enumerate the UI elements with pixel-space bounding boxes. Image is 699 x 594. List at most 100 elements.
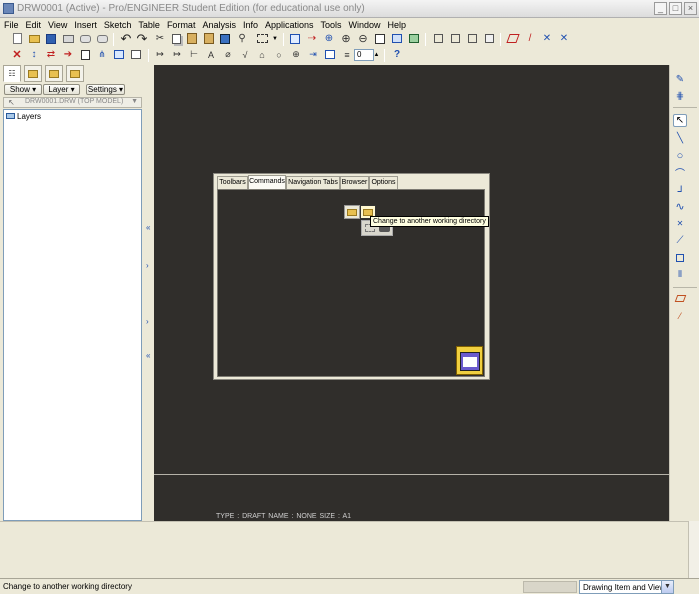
wireframe-icon[interactable] bbox=[431, 32, 445, 45]
construction-plane-icon[interactable] bbox=[673, 292, 687, 305]
menu-table[interactable]: Table bbox=[138, 20, 160, 30]
move-icon[interactable]: ↕ bbox=[27, 48, 41, 61]
zoom-in-icon[interactable]: ⊕ bbox=[339, 32, 353, 45]
add-view-icon[interactable] bbox=[129, 48, 143, 61]
tree-item-layers[interactable]: Layers bbox=[17, 112, 41, 121]
delete-icon[interactable]: ✕ bbox=[10, 48, 24, 61]
chamfer-icon[interactable]: ⟋ bbox=[673, 234, 687, 247]
tab-browser[interactable]: Browser bbox=[340, 176, 369, 189]
menu-tools[interactable]: Tools bbox=[321, 20, 342, 30]
menu-applications[interactable]: Applications bbox=[265, 20, 314, 30]
menu-help[interactable]: Help bbox=[388, 20, 407, 30]
repaint-icon[interactable] bbox=[288, 32, 302, 45]
maximize-button[interactable]: □ bbox=[669, 2, 682, 15]
construction-line-icon[interactable]: ⁄ bbox=[673, 309, 687, 322]
tab-navigation-tabs[interactable]: Navigation Tabs bbox=[286, 176, 340, 189]
coord-sys-icon[interactable]: ✕ bbox=[557, 32, 571, 45]
minimize-button[interactable]: _ bbox=[654, 2, 667, 15]
ordinate-icon[interactable]: ⊢ bbox=[187, 48, 201, 61]
select-arrow-icon[interactable]: ↖ bbox=[673, 114, 687, 127]
expand-arrow-icon[interactable]: › bbox=[146, 317, 149, 326]
lock-view-icon[interactable] bbox=[78, 48, 92, 61]
find-icon[interactable]: ⚲ bbox=[235, 32, 249, 45]
line-icon[interactable]: ╲ bbox=[673, 132, 687, 145]
note-icon[interactable]: A bbox=[204, 48, 218, 61]
layer-tree[interactable]: Layers bbox=[3, 109, 142, 521]
message-scrollbar[interactable] bbox=[688, 521, 699, 578]
tab-toolbars[interactable]: Toolbars bbox=[217, 176, 248, 189]
menu-sketch[interactable]: Sketch bbox=[104, 20, 132, 30]
spline-icon[interactable]: ∿ bbox=[673, 200, 687, 213]
cut-icon[interactable]: ✂ bbox=[153, 32, 167, 45]
menu-analysis[interactable]: Analysis bbox=[202, 20, 236, 30]
snap-icon[interactable]: ⇄ bbox=[44, 48, 58, 61]
refit-icon[interactable] bbox=[373, 32, 387, 45]
circle-icon[interactable]: ○ bbox=[673, 149, 687, 162]
collapse-arrow-icon[interactable]: « bbox=[146, 223, 150, 232]
align-icon[interactable]: ⇥ bbox=[306, 48, 320, 61]
open-folder-icon[interactable] bbox=[344, 205, 360, 219]
arc-icon[interactable]: ⌒ bbox=[673, 166, 687, 180]
format-icon[interactable]: ≡ bbox=[340, 48, 354, 61]
chevron-down-icon[interactable]: ▼ bbox=[661, 581, 673, 593]
show-dropdown[interactable]: Show ▾ bbox=[4, 84, 42, 95]
undo-icon[interactable]: ↶ bbox=[119, 32, 133, 45]
surface-finish-icon[interactable]: √ bbox=[238, 48, 252, 61]
saved-views-icon[interactable] bbox=[390, 32, 404, 45]
selection-filter[interactable]: Drawing Item and View ▼ bbox=[579, 580, 674, 594]
orient-icon[interactable]: ⇢ bbox=[305, 32, 319, 45]
menu-window[interactable]: Window bbox=[349, 20, 381, 30]
show-axes-icon[interactable]: ⋔ bbox=[95, 48, 109, 61]
offset-icon[interactable] bbox=[673, 251, 687, 264]
folder-browser-tab[interactable] bbox=[24, 65, 42, 82]
datum-planes-icon[interactable] bbox=[506, 32, 520, 45]
regenerate-icon[interactable] bbox=[218, 32, 232, 45]
menu-view[interactable]: View bbox=[48, 20, 67, 30]
save-icon[interactable] bbox=[44, 32, 58, 45]
print-icon[interactable] bbox=[61, 32, 75, 45]
layer-dropdown[interactable]: Layer ▾ bbox=[43, 84, 80, 95]
gtol-icon[interactable]: ⌀ bbox=[221, 48, 235, 61]
zoom-value-field[interactable]: 0 bbox=[354, 49, 374, 61]
paste-special-icon[interactable] bbox=[202, 32, 216, 45]
favorites-tab[interactable] bbox=[45, 65, 63, 82]
datum-axes-icon[interactable]: / bbox=[523, 32, 537, 45]
panel-splitter[interactable]: « › › « bbox=[145, 65, 154, 521]
mirror-icon[interactable]: ⫴ bbox=[673, 268, 687, 281]
model-selector[interactable]: ↖ DRW0001.DRW (TOP MODEL) ▼ bbox=[3, 97, 142, 108]
model-tree-tab[interactable]: ☷ bbox=[3, 65, 21, 82]
layers-icon[interactable] bbox=[407, 32, 421, 45]
menu-info[interactable]: Info bbox=[243, 20, 258, 30]
settings-dropdown[interactable]: Settings ▾ bbox=[86, 84, 125, 95]
datum-target-icon[interactable]: ⊕ bbox=[289, 48, 303, 61]
whats-this-icon[interactable]: ? bbox=[390, 48, 404, 61]
menu-file[interactable]: File bbox=[4, 20, 19, 30]
hidden-line-icon[interactable] bbox=[448, 32, 462, 45]
arrow-red-icon[interactable]: ➔ bbox=[61, 48, 75, 61]
chevron-down-icon[interactable]: ▼ bbox=[271, 32, 279, 45]
menu-format[interactable]: Format bbox=[167, 20, 196, 30]
redo-icon[interactable]: ↷ bbox=[135, 32, 149, 45]
email-icon[interactable] bbox=[78, 32, 92, 45]
paste-icon[interactable] bbox=[185, 32, 199, 45]
tab-commands[interactable]: Commands bbox=[248, 175, 286, 190]
open-file-icon[interactable] bbox=[27, 32, 41, 45]
expand-arrow-icon[interactable]: › bbox=[146, 261, 149, 270]
spin-center-icon[interactable]: ⊕ bbox=[322, 32, 336, 45]
send-icon[interactable] bbox=[95, 32, 109, 45]
sketch-tools-icon[interactable]: ✎ bbox=[673, 73, 687, 86]
no-hidden-icon[interactable] bbox=[465, 32, 479, 45]
draft-grid-icon[interactable]: ⋕ bbox=[673, 90, 687, 103]
shading-icon[interactable] bbox=[482, 32, 496, 45]
balloon-icon[interactable]: ○ bbox=[272, 48, 286, 61]
copy-icon[interactable] bbox=[169, 32, 183, 45]
spinner-icon[interactable]: ▲ bbox=[372, 48, 381, 61]
ref-dimension-icon[interactable]: ↦ bbox=[170, 48, 184, 61]
point-icon[interactable]: ✕ bbox=[673, 217, 687, 230]
select-box-icon[interactable] bbox=[252, 32, 272, 45]
sheet-icon[interactable] bbox=[112, 48, 126, 61]
menu-edit[interactable]: Edit bbox=[26, 20, 42, 30]
table-icon[interactable] bbox=[323, 48, 337, 61]
datum-points-icon[interactable]: ✕ bbox=[540, 32, 554, 45]
dimension-icon[interactable]: ↦ bbox=[153, 48, 167, 61]
